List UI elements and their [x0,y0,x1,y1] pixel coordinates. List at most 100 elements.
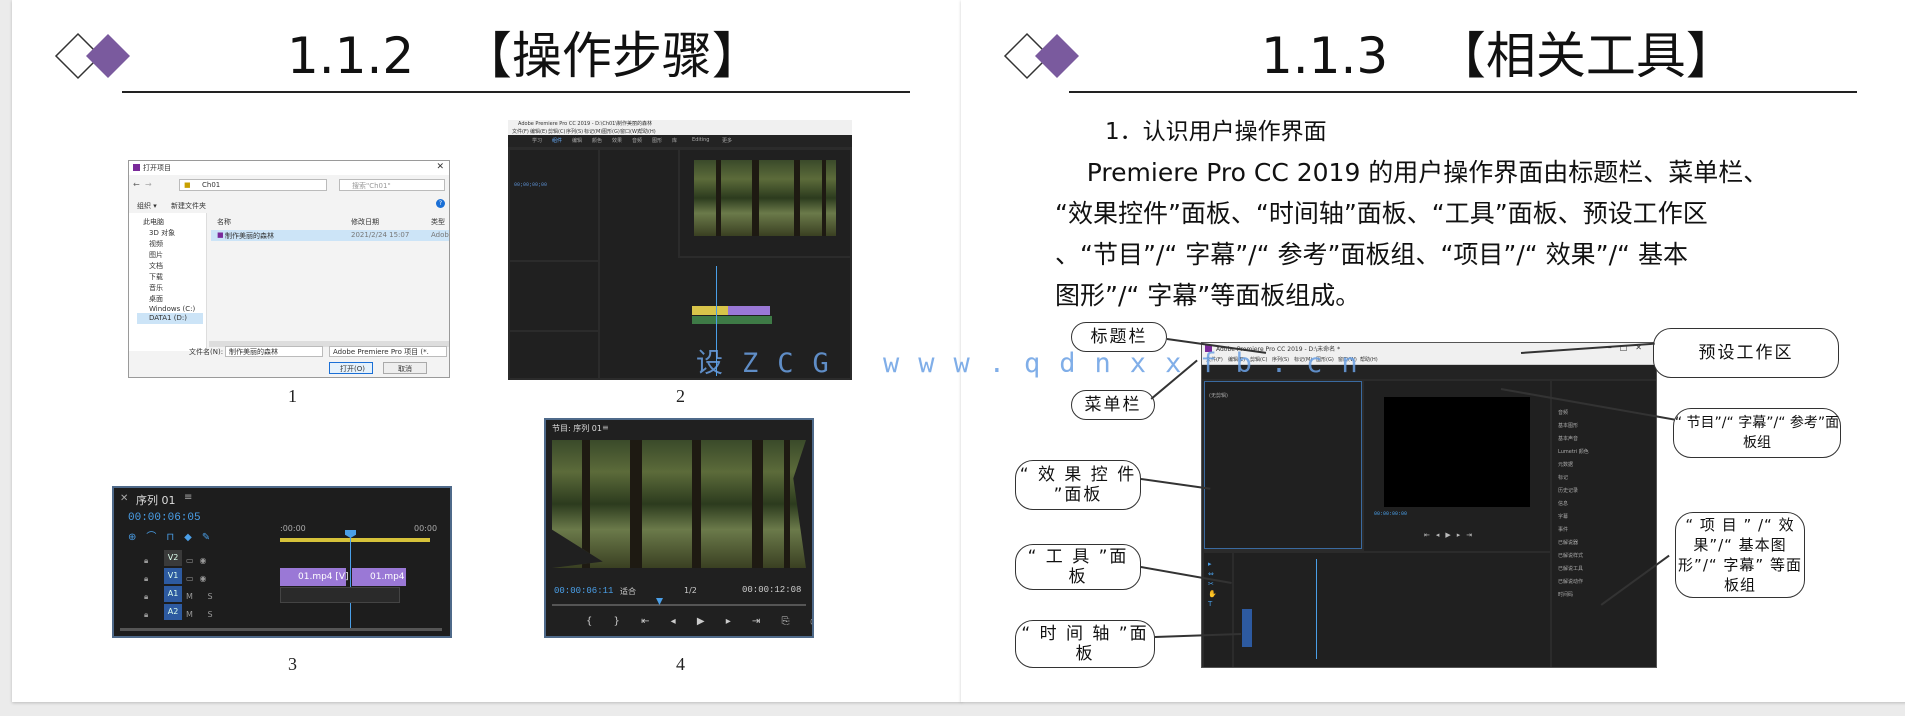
organize-menu[interactable]: 组织 ▾ [137,201,157,211]
program-monitor-screenshot: 节目: 序列 01 ≡ 00:00:06:11 适合 1/2 00:00:12:… [544,418,814,638]
program-scrub-bar[interactable] [552,604,806,606]
playhead[interactable] [1316,559,1317,659]
clip-purple[interactable] [728,306,770,315]
track-v1[interactable]: V1 [164,568,182,584]
tab-edit[interactable]: 编辑 [572,137,582,144]
panel-item[interactable]: 元数据 [1558,461,1573,468]
forward-arrow-icon[interactable]: → [145,180,157,189]
timeline-panel-screenshot: ✕ 序列 01 ≡ 00:00:06:05 ⊕⌒⊓◆✎ :00:00 00:00… [112,486,452,638]
window-title: Adobe Premiere Pro CC 2019 - D:\Ch01\制作美… [518,121,653,127]
tab-libraries[interactable]: 库 [672,137,677,144]
panel-item[interactable]: 音频 [1558,409,1568,416]
cancel-button[interactable]: 取消 [383,362,427,374]
new-folder-button[interactable]: 新建文件夹 [171,201,206,211]
timeline-timecode[interactable]: 00:00:06:05 [128,512,201,524]
lock-icon[interactable]: 🔒︎ 🔒︎ 🔒︎ 🔒︎ [144,552,148,624]
col-name-header[interactable]: 名称 [217,217,231,227]
tab-color[interactable]: 颜色 [592,137,602,144]
work-area-bar[interactable] [280,538,430,542]
tab-learn[interactable]: 学习 [532,137,542,144]
panel-item[interactable]: 标记 [1558,474,1568,481]
panel-item[interactable]: 时间码 [1558,591,1573,598]
clip-yellow[interactable] [692,306,728,315]
playhead[interactable] [350,532,351,628]
tab-editing[interactable]: Editing [692,137,709,143]
slide-title: 1.1.2 【操作步骤】 [287,27,762,85]
menu-edit[interactable]: 编辑(E) [530,128,547,135]
filetype-select[interactable]: Adobe Premiere Pro 项目 (*. [329,346,447,357]
panel-item[interactable]: 已解说动作 [1558,578,1583,585]
filename-label: 文件名(N): [189,348,224,356]
menu-help[interactable]: 帮助(H) [638,128,656,135]
panel-menu-icon[interactable]: ≡ [602,423,609,432]
search-input[interactable]: 搜索"Ch01" [339,179,445,191]
panel-item[interactable]: 历史记录 [1558,487,1578,494]
clip-v1-first[interactable]: 01.mp4 [V] [280,568,349,586]
tab-audio[interactable]: 音频 [632,137,642,144]
panel-item[interactable]: 信息 [1558,500,1568,507]
col-type-header[interactable]: 类型 [431,217,445,227]
ratio-select[interactable]: 1/2 [684,586,697,595]
program-timecode-left[interactable]: 00:00:06:11 [554,586,613,596]
transport-controls[interactable]: ⇤◂▶▸⇥ [1424,531,1478,539]
back-arrow-icon[interactable]: ← [133,180,145,189]
panel-item[interactable]: Lumetri 颜色 [1558,448,1589,455]
panel-item[interactable]: 基本图形 [1558,422,1578,429]
tab-more[interactable]: 更多 [722,137,732,144]
clip-v1-second[interactable]: 01.mp4 [352,568,406,586]
help-icon[interactable]: ? [436,199,445,208]
panel-item[interactable]: 字幕 [1558,513,1568,520]
menu-marker[interactable]: 标记(M) [584,128,602,135]
timeline-scrollbar[interactable] [120,628,442,631]
tab-assembly[interactable]: 组件 [552,137,562,144]
paragraph-line-2: “效果控件”面板、“时间轴”面板、“工具”面板、预设工作区 [1055,199,1708,228]
fit-select[interactable]: 适合 [620,586,636,597]
address-bar[interactable]: ■ Ch01 [179,179,327,191]
file-name: 制作美丽的森林 [225,232,274,240]
project-panel [510,262,598,330]
file-row[interactable]: ■ 制作美丽的森林 2021/2/24 15:07 Adob [211,230,449,241]
close-icon[interactable]: ✕ [436,162,444,172]
callout-workspace: 预设工作区 [1653,328,1839,378]
media-browser-panel [510,332,598,378]
panel-item[interactable]: 已解说器 [1558,539,1578,546]
tool-icons[interactable]: ▸ ⇔ ✂ ✋ T [1208,559,1217,609]
menu-sequence[interactable]: 序列(S) [566,128,583,135]
menu-file[interactable]: 文件(F) [512,128,529,135]
caption-4: 4 [676,654,685,674]
menu-window[interactable]: 窗口(W) [620,128,639,135]
program-preview [1384,397,1530,507]
watermark: 设ZCG www.qdnxxfb.cn [696,348,1377,379]
panel-item[interactable]: 已解说样式 [1558,552,1583,559]
track-toggle-icons[interactable]: ▭◉ ▭◉ M SM S [186,552,219,624]
program-timecode[interactable]: 00:00:00:00 [1374,511,1407,517]
effect-controls-panel: (无剪辑) [1204,381,1362,549]
transport-controls[interactable]: { } ⇤ ◂ ▶ ▸ ⇥ ⎘ ⎙ » + [586,616,812,627]
panel-item[interactable]: 已解说工具 [1558,565,1583,572]
tree-item-selected[interactable]: DATA1 (D:) [137,313,203,324]
track-v2[interactable]: V2 [164,550,182,566]
close-icon[interactable]: ✕ [120,493,128,504]
tab-graphics[interactable]: 图形 [652,137,662,144]
clip-audio[interactable] [692,316,772,324]
track-labels[interactable] [1242,609,1252,647]
open-button[interactable]: 打开(O) [329,362,373,374]
program-monitor-panel: 00:00:00:00 ⇤◂▶▸⇥ [1364,381,1550,551]
panel-item[interactable]: 事件 [1558,526,1568,533]
ruler-end: 00:00 [414,524,438,533]
col-date-header[interactable]: 修改日期 [351,217,379,227]
playhead-handle-icon[interactable] [345,530,356,538]
track-a1[interactable]: A1 [164,586,182,602]
section-heading: 1．认识用户操作界面 [1105,119,1327,145]
tab-effects[interactable]: 效果 [612,137,622,144]
track-a2[interactable]: A2 [164,604,182,620]
menu-clip[interactable]: 剪辑(C) [548,128,565,135]
menu-graphics[interactable]: 图形(G) [602,128,620,135]
panel-menu-icon[interactable]: ≡ [184,492,192,503]
panel-item[interactable]: 基本声音 [1558,435,1578,442]
filename-input[interactable]: 制作美丽的森林 [225,346,323,357]
title-underline [1069,91,1857,93]
audio-track-clip[interactable] [280,587,400,603]
address-path: Ch01 [202,181,221,189]
timeline-tool-icons[interactable]: ⊕⌒⊓◆✎ [128,528,220,543]
